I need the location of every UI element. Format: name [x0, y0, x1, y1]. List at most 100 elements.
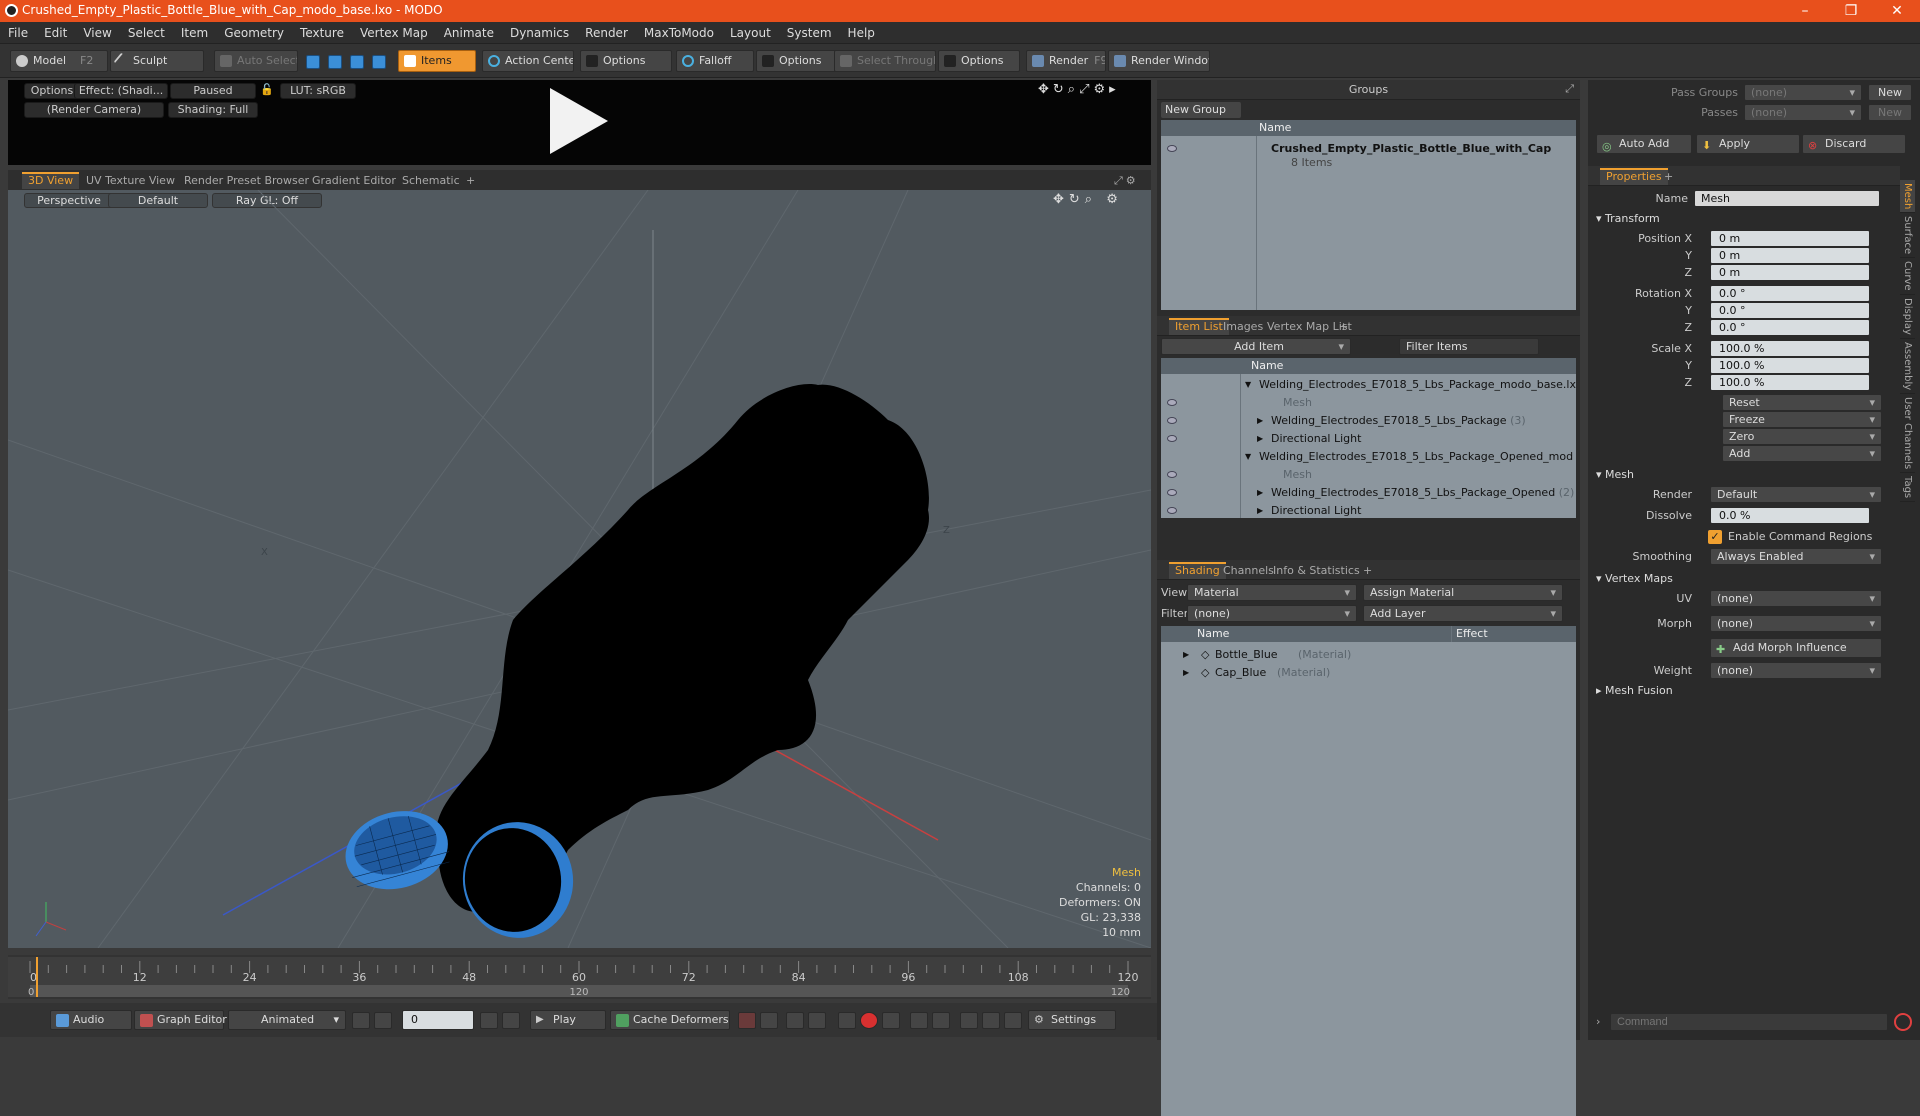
menu-select[interactable]: Select	[120, 22, 173, 44]
prev-key-icon[interactable]	[786, 1012, 804, 1029]
expand-arrow-icon[interactable]: ▼	[1245, 448, 1251, 466]
link-icon[interactable]	[960, 1012, 978, 1029]
freeze-dropdown[interactable]: Freeze	[1722, 411, 1882, 428]
skip-end-icon[interactable]	[502, 1012, 520, 1029]
action-center-button[interactable]: Action Center	[482, 50, 574, 72]
play-button[interactable]: ▶ Play	[530, 1010, 606, 1030]
key-left-icon[interactable]	[910, 1012, 928, 1029]
skip-start-icon[interactable]	[352, 1012, 370, 1029]
item-list-row[interactable]: ▶ Welding_Electrodes_E7018_5_Lbs_Package …	[1161, 412, 1576, 430]
auto-select-button[interactable]: Auto Select	[214, 50, 298, 72]
shader-tree-row[interactable]: ▶ ◇ Cap_Blue (Material)	[1161, 664, 1576, 682]
stop-command-icon[interactable]	[1894, 1013, 1912, 1031]
action-center-options-button[interactable]: Options	[580, 50, 672, 72]
render-button[interactable]: RenderF9	[1026, 50, 1106, 72]
expand-arrow-icon[interactable]: ▶	[1183, 646, 1189, 664]
falloff-options-button[interactable]: Options	[756, 50, 838, 72]
item-list-row[interactable]: Mesh	[1161, 394, 1576, 412]
scale-x-field[interactable]: 100.0 %	[1710, 340, 1870, 357]
menu-maxtomodo[interactable]: MaxToModo	[636, 22, 722, 44]
expand-arrow-icon[interactable]: ▶	[1257, 430, 1263, 448]
side-tab-assembly[interactable]: Assembly	[1900, 339, 1915, 395]
tab-render-preset-browser[interactable]: Render Preset Browser	[178, 172, 315, 189]
add-morph-influence-button[interactable]: ✚ Add Morph Influence	[1710, 638, 1882, 658]
add-dropdown[interactable]: Add	[1722, 445, 1882, 462]
expand-arrow-icon[interactable]: ▶	[1183, 664, 1189, 682]
scale-z-field[interactable]: 100.0 %	[1710, 374, 1870, 391]
rotation-z-field[interactable]: 0.0 °	[1710, 319, 1870, 336]
key-icon[interactable]	[738, 1012, 756, 1029]
preview-lut-dropdown[interactable]: LUT: sRGB	[280, 83, 356, 99]
side-tab-mesh[interactable]: Mesh	[1900, 180, 1915, 214]
menu-animate[interactable]: Animate	[436, 22, 502, 44]
expand-arrow-icon[interactable]: ▶	[1257, 412, 1263, 430]
3d-viewport[interactable]: Perspective Default Ray GL: Off ✥↻⌕ ⚙ Z …	[8, 190, 1151, 948]
transform-section[interactable]: ▾ Transform	[1596, 212, 1660, 225]
position-x-field[interactable]: 0 m	[1710, 230, 1870, 247]
visibility-icon[interactable]	[1167, 489, 1177, 496]
filter-items-input[interactable]: Filter Items	[1399, 338, 1539, 355]
vertex-maps-section[interactable]: ▾ Vertex Maps	[1596, 572, 1673, 585]
dissolve-field[interactable]: 0.0 %	[1710, 507, 1870, 524]
materials-mode-icon[interactable]	[372, 55, 386, 69]
render-dropdown[interactable]: Default	[1710, 486, 1882, 503]
menu-vertex-map[interactable]: Vertex Map	[352, 22, 436, 44]
menu-layout[interactable]: Layout	[722, 22, 779, 44]
pass-groups-dropdown[interactable]: (none)	[1744, 84, 1862, 101]
preview-shading-dropdown[interactable]: Shading: Full	[168, 102, 258, 118]
visibility-icon[interactable]	[1167, 435, 1177, 442]
visibility-icon[interactable]	[1167, 399, 1177, 406]
minimize-icon[interactable]: –	[1782, 0, 1828, 22]
preview-options-button[interactable]: Options	[24, 83, 80, 99]
side-tab-display[interactable]: Display	[1900, 295, 1915, 339]
item-list-row[interactable]: ▼ Welding_Electrodes_E7018_5_Lbs_Package_…	[1161, 376, 1576, 394]
step-back-icon[interactable]	[374, 1012, 392, 1029]
visibility-icon[interactable]	[1167, 145, 1177, 152]
preview-paused-button[interactable]: Paused	[170, 83, 256, 99]
item-list-row[interactable]: ▼ Welding_Electrodes_E7018_5_Lbs_Package_…	[1161, 448, 1576, 466]
add-layer-dropdown[interactable]: Add Layer	[1363, 605, 1563, 622]
record-icon[interactable]	[860, 1012, 878, 1029]
options-dropdown-icon[interactable]	[1004, 1012, 1022, 1029]
add-tab-icon[interactable]: +	[460, 172, 481, 189]
next-key-icon[interactable]	[808, 1012, 826, 1029]
menu-view[interactable]: View	[75, 22, 119, 44]
maximize-icon[interactable]: ❐	[1828, 0, 1874, 22]
position-y-field[interactable]: 0 m	[1710, 247, 1870, 264]
edges-mode-icon[interactable]	[328, 55, 342, 69]
weight-dropdown[interactable]: (none)	[1710, 662, 1882, 679]
cache-deformers-button[interactable]: Cache Deformers	[610, 1010, 730, 1030]
auto-add-button[interactable]: ◎ Auto Add	[1596, 134, 1692, 154]
tab-info-statistics[interactable]: Info & Statistics	[1267, 562, 1366, 579]
visibility-icon[interactable]	[1167, 507, 1177, 514]
timeline[interactable]: 0 12 24 36 48 60 72 84 96 108 120 0 120 120	[8, 955, 1151, 999]
menu-texture[interactable]: Texture	[292, 22, 352, 44]
menu-file[interactable]: File	[0, 22, 36, 44]
vertices-mode-icon[interactable]	[306, 55, 320, 69]
viewtab-gear-icon[interactable]: ⤢⚙	[1108, 172, 1145, 189]
rotation-x-field[interactable]: 0.0 °	[1710, 285, 1870, 302]
mesh-fusion-section[interactable]: ▸ Mesh Fusion	[1596, 684, 1673, 697]
preview-nav-icons[interactable]: ✥↻⌕⤢⚙▸	[1038, 82, 1120, 97]
items-mode-button[interactable]: Items	[398, 50, 476, 72]
record-options-icon[interactable]	[882, 1012, 900, 1029]
new-group-button[interactable]: New Group	[1161, 102, 1241, 118]
tab-schematic[interactable]: Schematic	[396, 172, 466, 189]
reset-dropdown[interactable]: Reset	[1722, 394, 1882, 411]
side-tab-user-channels[interactable]: User Channels	[1900, 394, 1915, 474]
menu-geometry[interactable]: Geometry	[216, 22, 292, 44]
smoothing-dropdown[interactable]: Always Enabled	[1710, 548, 1882, 565]
name-input[interactable]: Mesh	[1694, 190, 1880, 207]
side-tab-tags[interactable]: Tags	[1900, 473, 1915, 503]
menu-dynamics[interactable]: Dynamics	[502, 22, 577, 44]
assign-material-dropdown[interactable]: Assign Material	[1363, 584, 1563, 601]
menu-render[interactable]: Render	[577, 22, 636, 44]
new-pass-button[interactable]: New	[1868, 104, 1912, 121]
graph-editor-button[interactable]: Graph Editor	[134, 1010, 227, 1030]
timeline-playhead[interactable]	[36, 957, 38, 997]
position-z-field[interactable]: 0 m	[1710, 264, 1870, 281]
stop-link-icon[interactable]	[982, 1012, 1000, 1029]
command-expand-icon[interactable]: ›	[1596, 1015, 1600, 1028]
discard-button[interactable]: ⊗ Discard	[1802, 134, 1906, 154]
passes-dropdown[interactable]: (none)	[1744, 104, 1862, 121]
